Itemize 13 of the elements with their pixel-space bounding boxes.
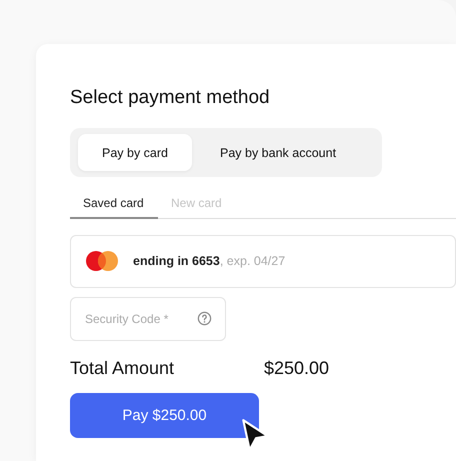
help-icon[interactable]: [197, 310, 212, 326]
card-expiry: , exp. 04/27: [220, 254, 286, 268]
card-title: Select payment method: [70, 86, 271, 110]
payment-method-tab[interactable]: Pay by card: [78, 134, 192, 171]
total-amount: $250.00: [264, 358, 330, 378]
card-logo-icon: [85, 250, 119, 272]
pay-button[interactable]: Pay $250.00: [70, 392, 259, 438]
card-number: ending in 6653: [133, 254, 220, 268]
security-code-field[interactable]: Security Code *: [70, 296, 226, 340]
payment-method-tab[interactable]: Pay by bank account: [200, 134, 356, 171]
saved-card-field[interactable]: ending in 6653, exp. 04/27: [70, 234, 456, 288]
card-tab[interactable]: Saved card: [70, 189, 158, 219]
total-label: Total Amount: [70, 358, 176, 378]
